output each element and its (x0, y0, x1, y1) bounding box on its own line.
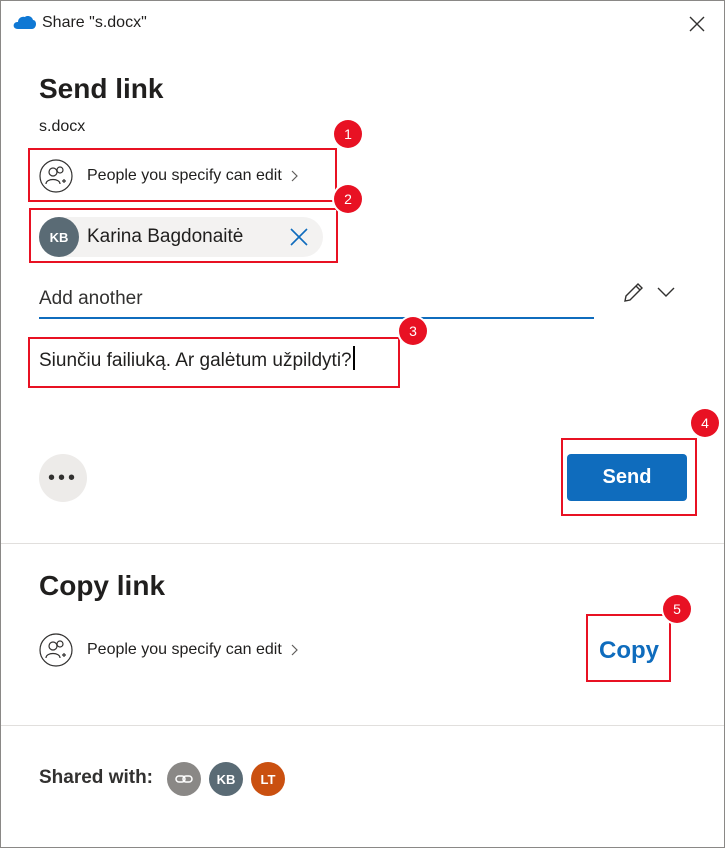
annotation-box (28, 337, 400, 388)
send-link-heading: Send link (39, 73, 164, 104)
annotation-box (586, 614, 671, 682)
annotation-badge: 5 (663, 595, 691, 623)
people-icon (39, 633, 73, 667)
shared-user-avatar[interactable]: KB (209, 762, 243, 796)
more-options-button[interactable]: ••• (39, 454, 87, 502)
link-icon (175, 775, 193, 783)
window-title: Share "s.docx" (42, 14, 147, 31)
shared-user-avatar[interactable]: LT (251, 762, 285, 796)
copy-permission-selector[interactable]: People you specify can edit (39, 633, 300, 667)
chevron-right-icon (291, 644, 298, 656)
annotation-box (28, 148, 337, 202)
section-divider (1, 543, 724, 544)
section-divider (1, 725, 724, 726)
annotation-badge: 4 (691, 409, 719, 437)
title-bar: Share "s.docx" (1, 1, 724, 47)
share-dialog: Share "s.docx" Send link s.docx People y… (0, 0, 725, 848)
close-icon[interactable] (687, 14, 707, 34)
copy-link-heading: Copy link (39, 570, 166, 601)
onedrive-cloud-icon (13, 16, 36, 29)
annotation-box (29, 208, 338, 263)
chevron-down-icon[interactable] (656, 285, 676, 299)
shared-link-avatar[interactable] (167, 762, 201, 796)
shared-with-label: Shared with: (39, 767, 154, 788)
annotation-badge: 1 (334, 120, 362, 148)
annotation-box (561, 438, 697, 516)
annotation-badge: 3 (399, 317, 427, 345)
annotation-badge: 2 (334, 185, 362, 213)
file-name: s.docx (39, 118, 86, 135)
copy-permission-label: People you specify can edit (87, 641, 282, 658)
pencil-icon[interactable] (621, 281, 645, 305)
add-another-input[interactable] (39, 281, 594, 319)
